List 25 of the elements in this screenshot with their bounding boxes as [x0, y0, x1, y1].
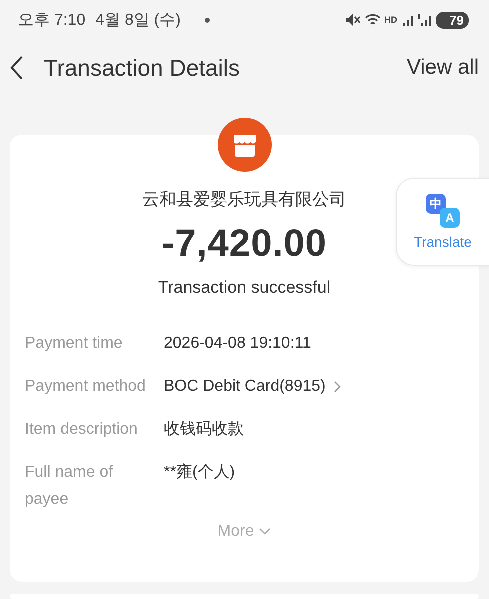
- status-date: 4월 8일 (수): [96, 10, 181, 30]
- detail-label: Payment method: [25, 377, 147, 397]
- network-label: HD: [384, 15, 398, 25]
- transaction-status: Transaction successful: [158, 278, 331, 298]
- merchant-name: 云和县爱婴乐玩具有限公司: [142, 189, 346, 211]
- detail-value: 收钱码收款: [164, 420, 244, 440]
- detail-value: **雍(个人): [164, 462, 236, 483]
- detail-value: 2026-04-08 19:10:11: [164, 334, 312, 354]
- detail-value[interactable]: BOC Debit Card(8915): [164, 373, 326, 400]
- mute-icon: [344, 13, 361, 27]
- detail-label: Item description: [25, 420, 139, 440]
- battery-indicator: 79: [436, 12, 469, 28]
- detail-label: Full name of payee: [25, 463, 114, 510]
- view-all-button[interactable]: View all: [407, 56, 479, 80]
- translate-button[interactable]: 中 A Translate: [396, 178, 489, 266]
- wifi-icon: [364, 13, 381, 27]
- chevron-down-icon: [259, 528, 272, 536]
- notification-dot-icon: [204, 18, 210, 22]
- signal-icon: [418, 14, 432, 26]
- page-title: Transaction Details: [44, 54, 242, 82]
- detail-label: Payment time: [25, 334, 124, 354]
- amount: -7,420.00: [162, 223, 328, 266]
- chevron-right-icon[interactable]: [334, 380, 341, 392]
- signal-icon: [402, 14, 414, 26]
- status-time: 오후 7:10: [18, 10, 86, 30]
